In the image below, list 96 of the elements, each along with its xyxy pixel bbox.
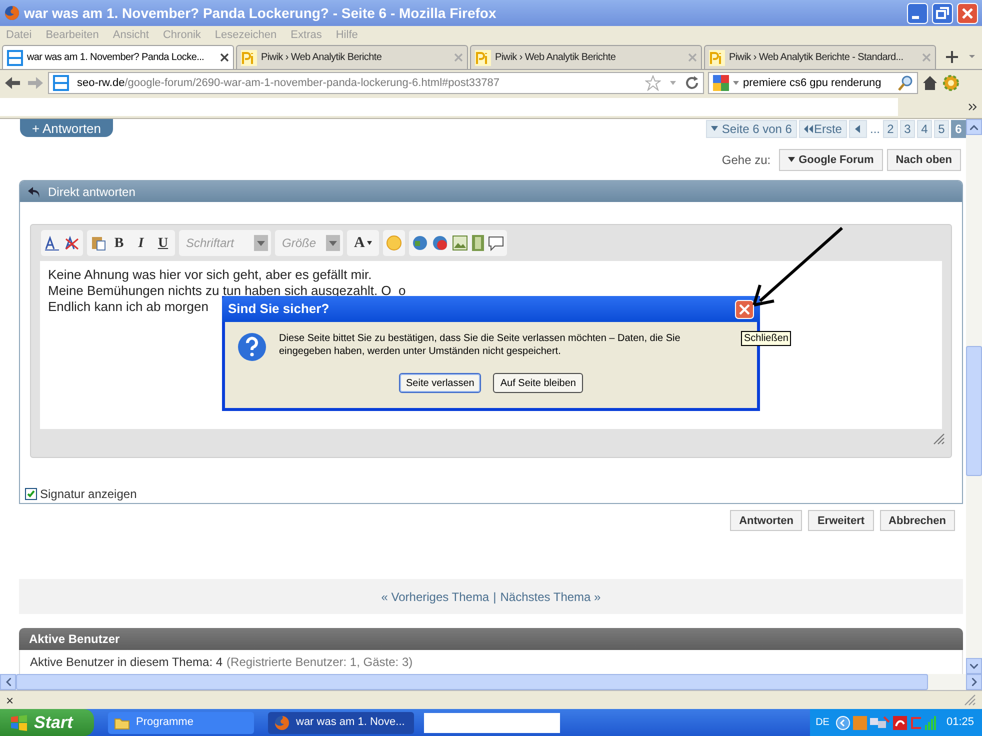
page-link[interactable]: 2 xyxy=(883,120,898,138)
smiley-icon[interactable] xyxy=(386,235,402,252)
site-logo-icon xyxy=(53,75,69,91)
close-button[interactable]: × xyxy=(6,694,14,706)
site-logo-icon xyxy=(7,50,23,66)
arrow-down-icon xyxy=(970,664,978,668)
firefox-icon xyxy=(274,714,290,730)
browser-tab[interactable]: Piwik › Web Analytik Berichte xyxy=(470,45,702,69)
bold-button[interactable]: B xyxy=(110,232,128,254)
arrow-right-icon xyxy=(972,678,976,686)
piwik-logo-icon xyxy=(241,50,257,66)
caret-icon xyxy=(710,126,718,132)
address-bar[interactable]: seo-rw.de/google-forum/2690-war-am-1-november-panda-lockerung-6.html#post33787 xyxy=(48,72,704,94)
italic-button[interactable]: I xyxy=(132,232,150,254)
caret-icon xyxy=(788,157,795,164)
restore-icon[interactable] xyxy=(932,2,953,24)
minimize-icon[interactable] xyxy=(907,2,928,24)
active-users-text: Aktive Benutzer in diesem Thema: 4 xyxy=(30,654,223,671)
arrow-left-icon xyxy=(855,125,860,133)
page-link[interactable]: 4 xyxy=(917,120,932,138)
home-icon[interactable] xyxy=(922,75,938,91)
google-logo-icon xyxy=(713,75,729,91)
page-link[interactable]: 6 xyxy=(951,120,966,138)
dialog-message: Diese Seite bittet Sie zu bestätigen, dass Sie die Seite verlassen möchten – Daten, die Sie eingegeben haben, werden unter Umständen nicht gespeichert. xyxy=(279,332,682,358)
message-line: Endlich kann ich ab morgen xyxy=(48,299,208,316)
double-arrow-icon xyxy=(804,125,813,133)
active-users-detail: (Registrierte Benutzer: 1, Gäste: 3) xyxy=(226,654,413,671)
separator: | xyxy=(493,588,496,606)
previous-page-button[interactable] xyxy=(848,120,867,138)
piwik-logo-icon xyxy=(709,50,725,66)
antivirus-icon[interactable] xyxy=(893,716,908,730)
question-icon xyxy=(237,332,267,362)
arrow-left-icon xyxy=(6,678,10,686)
ellipsis: ... xyxy=(868,121,881,138)
reload-icon[interactable] xyxy=(685,76,699,90)
next-thread-link[interactable]: Nächstes Thema » xyxy=(500,588,601,606)
image-icon[interactable] xyxy=(452,235,468,252)
vertical-scrollbar[interactable] xyxy=(966,119,982,674)
taskbar-item[interactable]: war was am 1. Nove... xyxy=(268,712,414,734)
font-style-icon[interactable] xyxy=(44,235,60,252)
plus-icon[interactable] xyxy=(946,51,958,63)
close-icon[interactable] xyxy=(220,53,229,62)
resize-grip-icon xyxy=(964,694,976,706)
piwik-logo-icon xyxy=(475,50,491,66)
checkbox-label: Signatur anzeigen xyxy=(40,486,137,504)
dialog-button[interactable]: Seite verlassen xyxy=(399,373,482,393)
top-button[interactable]: Nach oben xyxy=(886,149,961,172)
tooltip: Schließen xyxy=(741,331,792,346)
action-button[interactable]: Erweitert xyxy=(808,510,874,532)
underline-button[interactable]: U xyxy=(154,232,172,254)
first-page-link[interactable]: Erste xyxy=(798,120,847,138)
taskbar-field[interactable] xyxy=(424,712,560,732)
clock: 01:25 xyxy=(946,715,974,730)
message-line: Keine Ahnung was hier vor sich geht, aber es gefällt mir. xyxy=(48,267,372,284)
browser-tab[interactable]: Piwik › Web Analytik Berichte xyxy=(236,45,468,69)
previous-thread-link[interactable]: « Vorheriges Thema xyxy=(381,588,490,606)
scrollbar-thumb[interactable] xyxy=(966,346,982,476)
page-link[interactable]: 3 xyxy=(900,120,915,138)
arrow-up-icon xyxy=(970,124,978,130)
goto-label: Gehe zu: xyxy=(722,152,771,170)
reply-arrow-icon xyxy=(28,186,40,198)
chevron-left-icon[interactable] xyxy=(836,716,850,730)
star-icon[interactable] xyxy=(645,75,661,91)
chevron-icon[interactable] xyxy=(968,102,978,112)
resize-grip-icon[interactable] xyxy=(933,433,945,446)
globe-link-icon[interactable] xyxy=(412,235,428,252)
dialog-title: Sind Sie sicher? xyxy=(228,300,330,318)
window-title: war was am 1. November? Panda Lockerung? - Seite 6 - Mozilla Firefox xyxy=(24,4,498,23)
search-field[interactable]: premiere cs6 gpu renderung xyxy=(708,72,918,94)
dropdown-icon xyxy=(326,235,340,252)
reply-button[interactable]: + Antworten xyxy=(20,119,114,137)
checkbox[interactable] xyxy=(25,488,37,500)
globe-unlink-icon[interactable] xyxy=(432,235,448,252)
browser-tab[interactable]: war was am 1. November? Panda Locke... xyxy=(2,45,234,69)
back-icon[interactable] xyxy=(4,75,22,91)
page-link[interactable]: 5 xyxy=(934,120,949,138)
section-header: Aktive Benutzer xyxy=(19,628,963,650)
dialog-button[interactable]: Auf Seite bleiben xyxy=(493,373,583,393)
firefox-icon xyxy=(4,5,20,21)
start-button[interactable]: Start xyxy=(0,709,94,736)
search-icon[interactable] xyxy=(897,75,913,91)
paste-icon[interactable] xyxy=(90,235,106,252)
action-button[interactable]: Abbrechen xyxy=(880,510,955,532)
forum-dropdown[interactable]: Google Forum xyxy=(778,149,883,172)
browser-tab[interactable]: Piwik › Web Analytik Berichte - Standard... xyxy=(704,45,936,69)
page-menu[interactable]: Seite 6 von 6 xyxy=(706,120,797,138)
panel-title: Direkt antworten xyxy=(48,184,136,201)
action-button[interactable]: Antworten xyxy=(730,510,802,532)
caret-icon xyxy=(366,241,372,246)
remove-format-icon[interactable] xyxy=(64,235,80,252)
dropdown-icon xyxy=(254,235,268,252)
language-indicator[interactable]: DE xyxy=(816,715,830,730)
speech-bubble-icon[interactable] xyxy=(488,235,504,252)
windows-logo-icon xyxy=(10,714,28,730)
network-icon[interactable] xyxy=(870,716,890,730)
taskbar-item[interactable]: Programme xyxy=(108,712,254,734)
